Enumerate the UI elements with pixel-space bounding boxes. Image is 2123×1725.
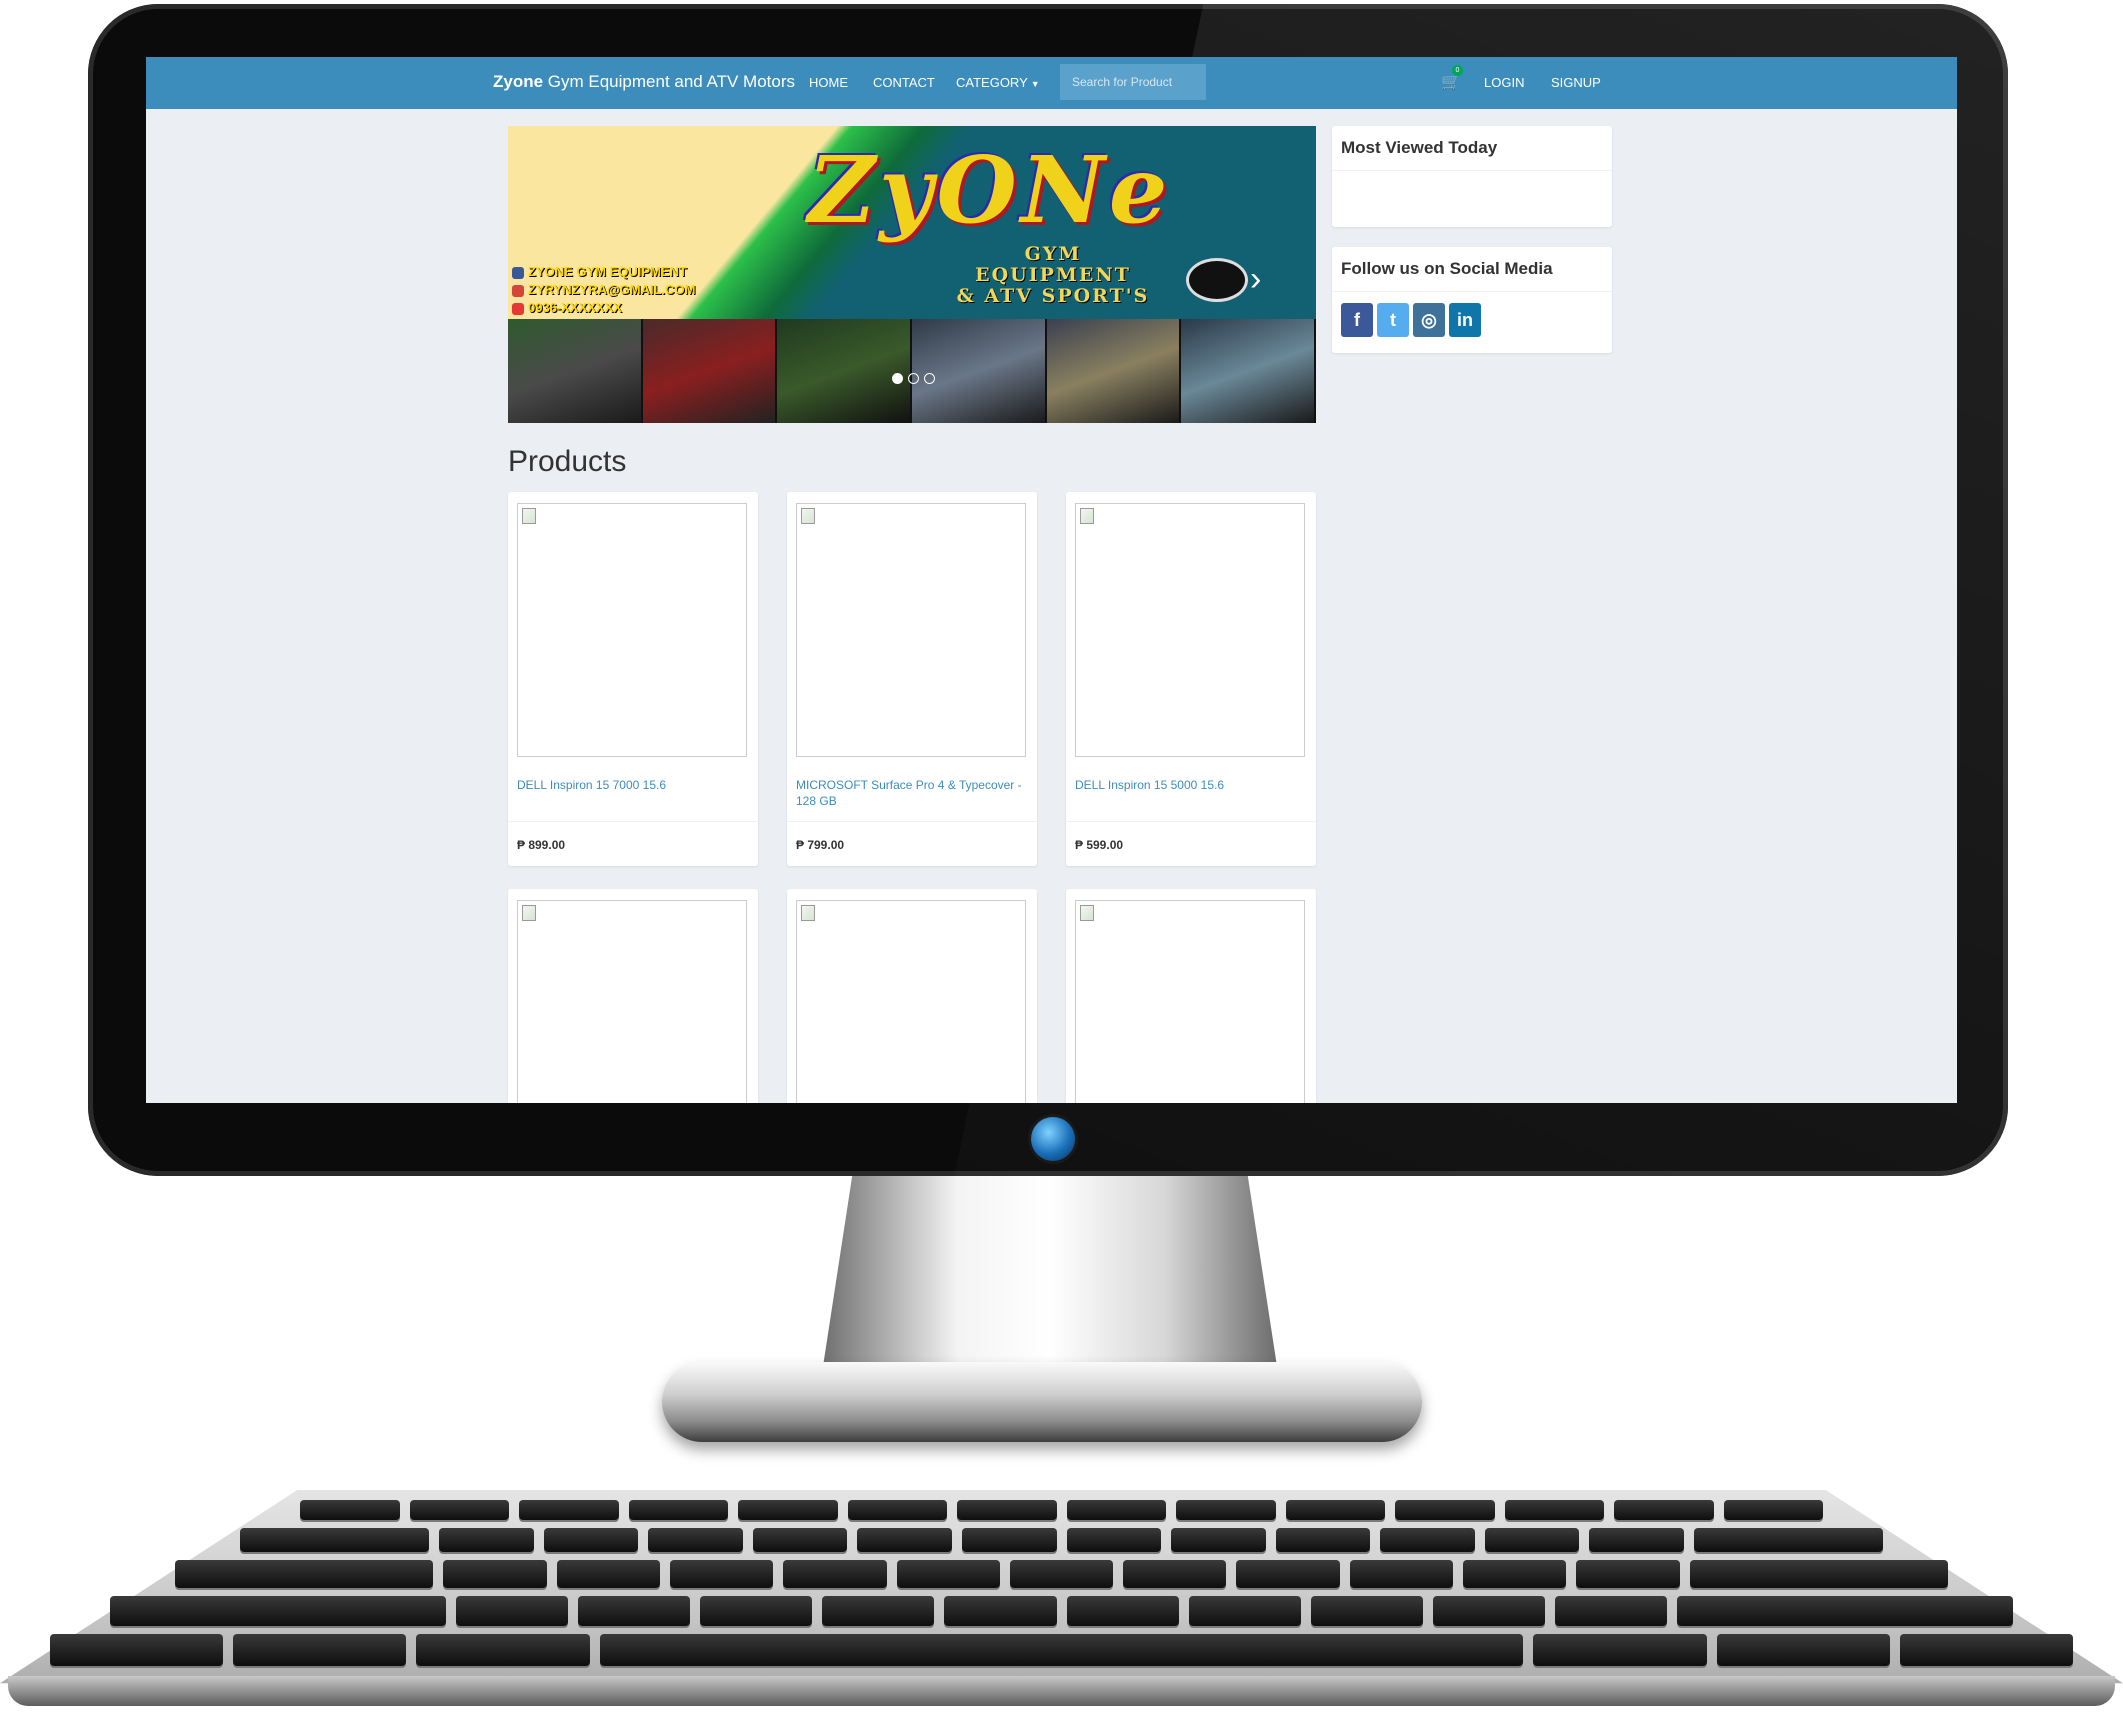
caret-down-icon: ▼ <box>1030 79 1040 89</box>
product-card[interactable]: DELL Inspiron 15 7000 15.6 ₱ 899.00 <box>508 492 758 866</box>
instagram-icon[interactable]: ◎ <box>1413 303 1445 337</box>
banner-info-text: ZYONE GYM EQUIPMENT <box>528 264 687 279</box>
carousel-dot[interactable] <box>892 373 903 384</box>
banner-emblem-icon <box>1186 258 1248 302</box>
broken-image-icon <box>522 905 536 921</box>
product-name[interactable]: DELL Inspiron 15 5000 15.6 <box>1075 777 1309 793</box>
product-image[interactable] <box>517 503 747 757</box>
key-row-5 <box>50 1634 2073 1666</box>
nav-home[interactable]: HOME <box>809 75 848 90</box>
photo-atv-3 <box>777 319 913 423</box>
product-name[interactable]: MICROSOFT Surface Pro 4 & Typecover - 12… <box>796 777 1030 809</box>
desktop-mockup: Zyone Gym Equipment and ATV Motors HOME … <box>0 0 2123 1725</box>
product-card[interactable] <box>508 889 758 1103</box>
banner-subtitle-line: & ATV SPORT'S <box>956 285 1150 307</box>
keyboard-body <box>0 1490 2123 1684</box>
cart-icon[interactable]: 🛒 <box>1441 72 1465 94</box>
product-card[interactable] <box>1066 889 1316 1103</box>
twitter-icon[interactable]: t <box>1377 303 1409 337</box>
broken-image-icon <box>1080 508 1094 524</box>
banner-info-email: ZYRYNZYRA@GMAIL.COM <box>512 281 695 299</box>
monitor-stand-neck <box>820 1176 1280 1386</box>
banner-subtitle: GYM EQUIPMENT & ATV SPORT'S <box>928 244 1178 307</box>
banner-subtitle-line: EQUIPMENT <box>975 264 1131 286</box>
hero-carousel[interactable]: ZyONe GYM EQUIPMENT & ATV SPORT'S ZYONE … <box>508 126 1316 423</box>
product-image[interactable] <box>796 503 1026 757</box>
brand-name: Zyone <box>493 72 544 91</box>
photo-atv-1 <box>508 319 643 423</box>
photo-atv-2 <box>642 319 778 423</box>
banner-photo-strip <box>508 319 1316 423</box>
product-image[interactable] <box>796 900 1026 1103</box>
nav-contact[interactable]: CONTACT <box>873 75 935 90</box>
banner-info-phone: 0936-XXXXXXX <box>512 299 695 317</box>
cart-count-badge: 0 <box>1452 65 1463 76</box>
search-input[interactable] <box>1060 64 1206 100</box>
nav-category-label: CATEGORY <box>956 75 1028 90</box>
key-row-3 <box>175 1560 1948 1588</box>
card-divider <box>1066 821 1316 822</box>
most-viewed-title: Most Viewed Today <box>1341 138 1498 157</box>
product-card[interactable] <box>787 889 1037 1103</box>
product-image[interactable] <box>1075 503 1305 757</box>
product-image[interactable] <box>517 900 747 1103</box>
products-heading: Products <box>508 445 627 478</box>
linkedin-icon[interactable]: in <box>1449 303 1481 337</box>
brand-tagline: Gym Equipment and ATV Motors <box>543 72 796 91</box>
keyboard-edge <box>8 1676 2115 1706</box>
social-media-panel: Follow us on Social Media f t ◎ in <box>1332 247 1612 353</box>
photo-gym-2 <box>1046 319 1182 423</box>
banner-logo-text: ZyONe <box>808 136 1172 244</box>
banner-info-facebook: ZYONE GYM EQUIPMENT <box>512 263 695 281</box>
mail-icon <box>512 284 524 297</box>
product-card[interactable]: MICROSOFT Surface Pro 4 & Typecover - 12… <box>787 492 1037 866</box>
key-row-2 <box>240 1528 1883 1552</box>
phone-icon <box>512 302 524 315</box>
banner-info-text: ZYRYNZYRA@GMAIL.COM <box>528 282 696 297</box>
facebook-icon[interactable]: f <box>1341 303 1373 337</box>
card-divider <box>787 821 1037 822</box>
carousel-dot[interactable] <box>908 373 919 384</box>
panel-divider <box>1332 170 1612 171</box>
banner-info-text: 0936-XXXXXXX <box>528 300 622 315</box>
monitor-stand-base <box>662 1362 1422 1442</box>
nav-category-dropdown[interactable]: CATEGORY ▼ <box>956 75 1040 90</box>
social-media-title: Follow us on Social Media <box>1341 259 1553 278</box>
card-divider <box>508 821 758 822</box>
product-price: ₱ 799.00 <box>796 838 845 852</box>
key-row-4 <box>110 1596 2013 1626</box>
product-image[interactable] <box>1075 900 1305 1103</box>
broken-image-icon <box>1080 905 1094 921</box>
photo-gym-3 <box>1181 319 1316 423</box>
top-navbar: Zyone Gym Equipment and ATV Motors HOME … <box>146 57 1957 109</box>
banner-contact-info: ZYONE GYM EQUIPMENT ZYRYNZYRA@GMAIL.COM … <box>512 263 695 317</box>
carousel-indicators <box>892 373 935 384</box>
panel-divider <box>1332 291 1612 292</box>
product-name[interactable]: DELL Inspiron 15 7000 15.6 <box>517 777 751 793</box>
photo-gym-1 <box>912 319 1047 423</box>
nav-signup[interactable]: SIGNUP <box>1551 75 1601 90</box>
browser-viewport: Zyone Gym Equipment and ATV Motors HOME … <box>146 57 1957 1103</box>
facebook-icon <box>512 266 524 279</box>
carousel-next-icon[interactable]: › <box>1250 260 1261 299</box>
most-viewed-panel: Most Viewed Today <box>1332 126 1612 227</box>
keyboard <box>0 1490 2123 1725</box>
key-row-1 <box>300 1500 1823 1520</box>
webcam-icon <box>1031 1117 1075 1161</box>
nav-login[interactable]: LOGIN <box>1484 75 1524 90</box>
product-price: ₱ 899.00 <box>517 838 566 852</box>
brand-link[interactable]: Zyone Gym Equipment and ATV Motors <box>493 72 795 92</box>
broken-image-icon <box>522 508 536 524</box>
product-price: ₱ 599.00 <box>1075 838 1124 852</box>
carousel-dot[interactable] <box>924 373 935 384</box>
broken-image-icon <box>801 905 815 921</box>
banner-subtitle-line: GYM <box>1024 243 1082 265</box>
broken-image-icon <box>801 508 815 524</box>
product-card[interactable]: DELL Inspiron 15 5000 15.6 ₱ 599.00 <box>1066 492 1316 866</box>
